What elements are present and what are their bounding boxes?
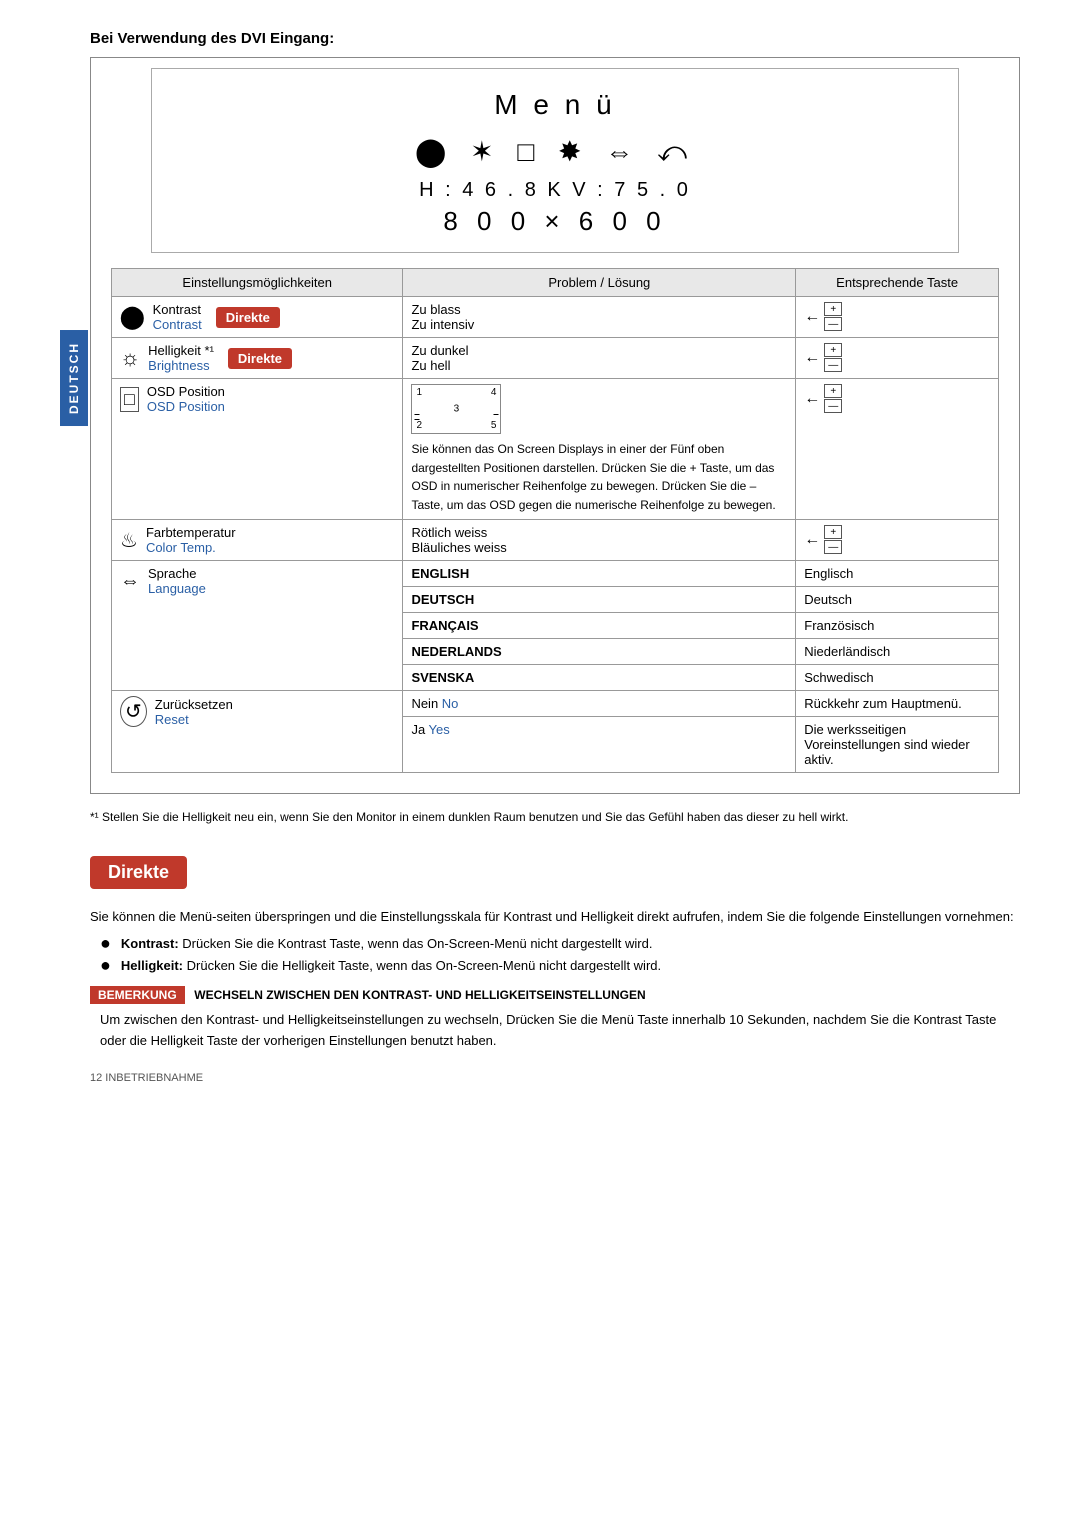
menu-res: 8 0 0 × 6 0 0: [172, 206, 938, 237]
lang-nederlands-code: NEDERLANDS: [403, 639, 796, 665]
osd-pos-en: OSD Position: [147, 399, 225, 414]
menu-icons: ⬤ ✶ □ ✸ ⇔ ⤺: [172, 135, 938, 169]
sprache-en: Language: [148, 581, 206, 596]
kontrast-de: Kontrast: [153, 302, 202, 317]
farbtemp-de: Farbtemperatur: [146, 525, 236, 540]
direkte-label-large: Direkte: [90, 856, 187, 889]
lang-deutsch-code: DEUTSCH: [403, 587, 796, 613]
bullet-helligkeit: ● Helligkeit: Drücken Sie die Helligkeit…: [100, 958, 1020, 974]
kontrast-taste: ← + —: [796, 297, 999, 338]
reset-nein-desc: Rückkehr zum Hauptmenü.: [796, 691, 999, 717]
reset-icon: ↺: [120, 696, 147, 727]
lang-english-code: ENGLISH: [403, 561, 796, 587]
menu-box: M e n ü ⬤ ✶ □ ✸ ⇔ ⤺ H : 4 6 . 8 K V : 7 …: [151, 68, 959, 253]
reset-ja-desc: Die werksseitigen Voreinstellungen sind …: [796, 717, 999, 773]
farbtemp-taste: ← + —: [796, 520, 999, 561]
lang-deutsch-name: Deutsch: [796, 587, 999, 613]
kontrast-problem: Zu blass Zu intensiv: [403, 297, 796, 338]
direkte-intro: Sie können die Menü-seiten überspringen …: [90, 907, 1020, 928]
footnote: *¹ Stellen Sie die Helligkeit neu ein, w…: [90, 810, 1020, 824]
helligkeit-en: Brightness: [148, 358, 214, 373]
table-row: ♨ Farbtemperatur Color Temp. Rötlich wei…: [112, 520, 999, 561]
table-row: ⇔ Sprache Language ENGLISH Englisch: [112, 561, 999, 587]
helligkeit-bullet-text: Drücken Sie die Helligkeit Taste, wenn d…: [187, 958, 662, 973]
lang-francais-code: FRANÇAIS: [403, 613, 796, 639]
lang-francais-name: Französisch: [796, 613, 999, 639]
reset-de: Zurücksetzen: [155, 697, 233, 712]
lang-nederlands-name: Niederländisch: [796, 639, 999, 665]
kontrast-bullet-text: Drücken Sie die Kontrast Taste, wenn das…: [182, 936, 652, 951]
menu-freq: H : 4 6 . 8 K V : 7 5 . 0: [172, 179, 938, 202]
sprache-icon: ⇔: [120, 570, 140, 593]
page-heading: Bei Verwendung des DVI Eingang:: [90, 30, 1020, 47]
direkte-btn-kontrast[interactable]: Direkte: [216, 307, 280, 328]
bemerkung-label: BEMERKUNG: [90, 986, 185, 1004]
page-footer: 12 INBETRIEBNAHME: [90, 1072, 1020, 1084]
table-row: ☼ Helligkeit *¹ Brightness Direkte Zu du…: [112, 338, 999, 379]
osd-problem: 1 4 3 2 5 ⎯ ⎯ ⎯ Sie können d: [403, 379, 796, 520]
direkte-btn-helligkeit[interactable]: Direkte: [228, 348, 292, 369]
sidebar-deutsch: DEUTSCH: [60, 330, 88, 426]
lang-svenska-code: SVENSKA: [403, 665, 796, 691]
menu-title: M e n ü: [172, 89, 938, 121]
reset-en: Reset: [155, 712, 233, 727]
bemerkung-body: Um zwischen den Kontrast- und Helligkeit…: [100, 1010, 1020, 1052]
table-row: ↺ Zurücksetzen Reset Nein No Rückkehr zu…: [112, 691, 999, 717]
osd-pos-de: OSD Position: [147, 384, 225, 399]
osd-taste: ← + —: [796, 379, 999, 520]
sprache-de: Sprache: [148, 566, 206, 581]
direkte-section: Direkte Sie können die Menü-seiten übers…: [90, 844, 1020, 1051]
helligkeit-de: Helligkeit *¹: [148, 343, 214, 358]
reset-nein-cell: Nein No: [403, 691, 796, 717]
helligkeit-problem: Zu dunkel Zu hell: [403, 338, 796, 379]
header-problem: Problem / Lösung: [403, 269, 796, 297]
farbtemp-problem: Rötlich weiss Bläuliches weiss: [403, 520, 796, 561]
header-taste: Entsprechende Taste: [796, 269, 999, 297]
helligkeit-icon: ☼: [120, 345, 140, 371]
main-table: Einstellungsmöglichkeiten Problem / Lösu…: [111, 268, 999, 773]
helligkeit-taste: ← + —: [796, 338, 999, 379]
farbtemp-icon: ♨: [120, 528, 138, 553]
header-setting: Einstellungsmöglichkeiten: [112, 269, 403, 297]
bemerkung-box: BEMERKUNG WECHSELN ZWISCHEN DEN KONTRAST…: [90, 986, 1020, 1052]
reset-ja-cell: Ja Yes: [403, 717, 796, 773]
table-row: ⬤ Kontrast Contrast Direkte Zu blass Zu …: [112, 297, 999, 338]
farbtemp-en: Color Temp.: [146, 540, 236, 555]
bullet-kontrast: ● Kontrast: Drücken Sie die Kontrast Tas…: [100, 936, 1020, 952]
osd-icon: □: [120, 387, 139, 412]
table-row: □ OSD Position OSD Position 1: [112, 379, 999, 520]
lang-svenska-name: Schwedisch: [796, 665, 999, 691]
lang-english-name: Englisch: [796, 561, 999, 587]
kontrast-icon: ⬤: [120, 304, 145, 330]
bemerkung-title: WECHSELN ZWISCHEN DEN KONTRAST- UND HELL…: [194, 988, 645, 1002]
kontrast-en: Contrast: [153, 317, 202, 332]
